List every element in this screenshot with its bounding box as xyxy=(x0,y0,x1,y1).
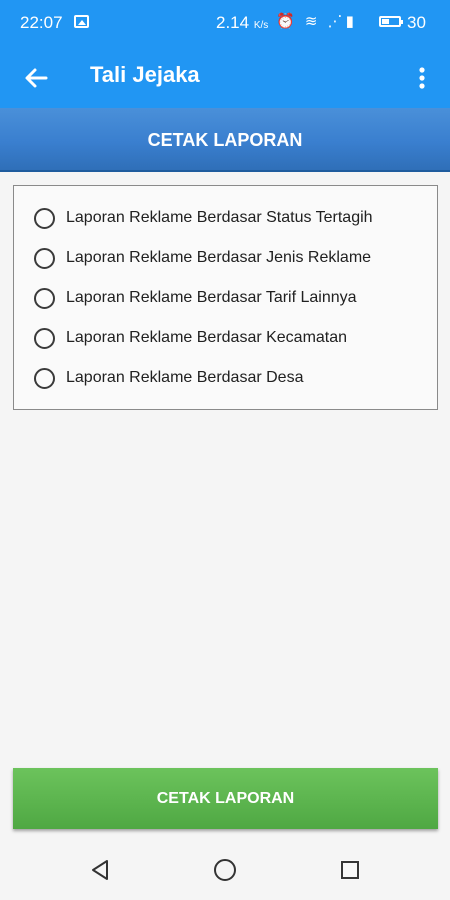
wifi-icon: ≋ xyxy=(304,13,321,30)
radio-button[interactable] xyxy=(34,208,55,229)
network-speed-unit: K/s xyxy=(253,20,269,31)
nav-home-button[interactable] xyxy=(213,858,237,882)
network-speed: 2.14 K/s xyxy=(216,13,268,33)
status-time: 22:07 xyxy=(20,13,63,32)
back-triangle-icon xyxy=(92,860,108,880)
app-bar: Tali Jejaka xyxy=(0,48,450,108)
arrow-left-icon xyxy=(25,68,48,88)
recents-square-icon xyxy=(341,861,359,879)
network-speed-value: 2.14 xyxy=(216,13,250,32)
nav-recents-button[interactable] xyxy=(338,858,362,882)
home-circle-icon xyxy=(214,859,236,881)
radio-label: Laporan Reklame Berdasar Status Tertagih xyxy=(66,209,373,226)
radio-option-kecamatan[interactable]: Laporan Reklame Berdasar Kecamatan xyxy=(34,323,424,353)
radio-label: Laporan Reklame Berdasar Jenis Reklame xyxy=(66,249,372,266)
status-icons: ⏰ ≋ ⋰▮ xyxy=(276,12,357,30)
battery-icon xyxy=(379,16,403,27)
image-icon xyxy=(74,15,89,28)
nav-back-button[interactable] xyxy=(88,858,112,882)
system-navigation-bar xyxy=(0,840,450,900)
alarm-icon: ⏰ xyxy=(276,13,298,30)
radio-option-desa[interactable]: Laporan Reklame Berdasar Desa xyxy=(34,363,424,393)
app-title: Tali Jejaka xyxy=(90,62,200,87)
battery-level: 30 xyxy=(407,13,426,32)
radio-label: Laporan Reklame Berdasar Tarif Lainnya xyxy=(66,289,357,306)
radio-option-tarif-lainnya[interactable]: Laporan Reklame Berdasar Tarif Lainnya xyxy=(34,283,424,313)
section-title: CETAK LAPORAN xyxy=(147,130,303,150)
radio-option-status-tertagih[interactable]: Laporan Reklame Berdasar Status Tertagih xyxy=(34,203,424,233)
status-bar: 22:07 2.14 K/s ⏰ ≋ ⋰▮ 30 xyxy=(0,0,450,48)
overflow-menu-button[interactable] xyxy=(410,62,434,94)
report-options-group: Laporan Reklame Berdasar Status Tertagih… xyxy=(13,185,438,410)
radio-button[interactable] xyxy=(34,248,55,269)
signal-icon: ⋰▮ xyxy=(327,13,357,30)
radio-button[interactable] xyxy=(34,368,55,389)
section-header: CETAK LAPORAN xyxy=(0,108,450,172)
radio-label: Laporan Reklame Berdasar Kecamatan xyxy=(66,329,348,346)
radio-option-jenis-reklame[interactable]: Laporan Reklame Berdasar Jenis Reklame xyxy=(34,243,424,273)
radio-button[interactable] xyxy=(34,288,55,309)
radio-button[interactable] xyxy=(34,328,55,349)
back-button[interactable] xyxy=(20,62,52,94)
radio-label: Laporan Reklame Berdasar Desa xyxy=(66,369,304,386)
more-vertical-icon xyxy=(419,67,425,89)
print-report-button[interactable]: CETAK LAPORAN xyxy=(13,768,438,829)
